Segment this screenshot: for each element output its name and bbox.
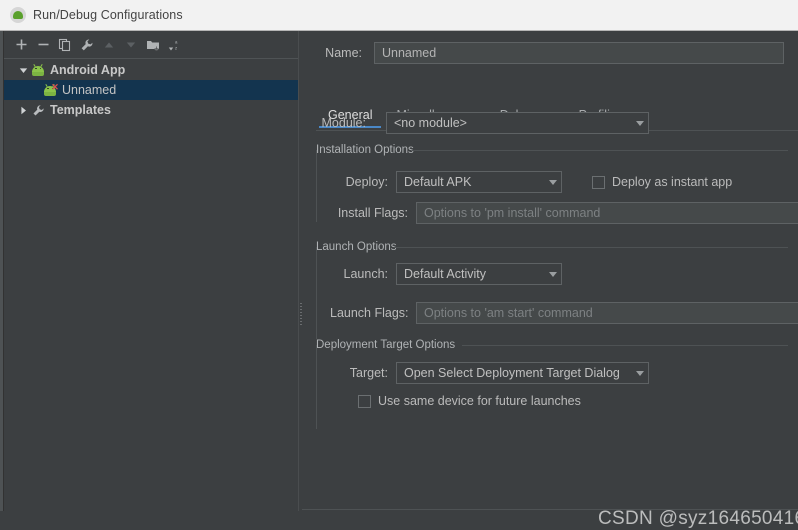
deploy-label: Deploy:	[330, 175, 388, 189]
target-dropdown-value: Open Select Deployment Target Dialog	[404, 366, 620, 380]
name-row: Name: Unnamed	[314, 42, 784, 64]
configurations-toolbar: a z	[4, 31, 298, 59]
android-icon	[30, 62, 46, 78]
target-row: Target: Open Select Deployment Target Di…	[330, 362, 649, 384]
chevron-down-icon	[549, 180, 557, 185]
copy-configuration-button[interactable]	[54, 34, 76, 56]
launch-row: Launch: Default Activity	[330, 263, 562, 285]
dialog-body: a z Android App	[0, 31, 798, 511]
folder-add-icon[interactable]	[142, 34, 164, 56]
chevron-down-icon	[636, 121, 644, 126]
install-flags-label: Install Flags:	[330, 206, 408, 220]
launch-dropdown[interactable]: Default Activity	[396, 263, 562, 285]
android-error-icon: ✕	[42, 82, 58, 98]
name-input[interactable]: Unnamed	[374, 42, 784, 64]
tree-node-label: Android App	[50, 63, 125, 77]
launch-options-line	[394, 247, 788, 248]
deployment-target-options-line	[462, 345, 788, 346]
module-dropdown[interactable]: <no module>	[386, 112, 649, 134]
launch-flags-row: Launch Flags: Options to 'am start' comm…	[330, 302, 798, 324]
installation-options-title: Installation Options	[316, 144, 420, 156]
wrench-icon	[30, 102, 46, 118]
checkbox-box[interactable]	[592, 176, 605, 189]
add-configuration-button[interactable]	[10, 34, 32, 56]
deployment-target-options-title: Deployment Target Options	[316, 339, 461, 351]
sort-az-icon[interactable]: a z	[164, 34, 186, 56]
target-dropdown[interactable]: Open Select Deployment Target Dialog	[396, 362, 649, 384]
configurations-pane: a z Android App	[4, 31, 298, 511]
svg-text:z: z	[175, 45, 177, 50]
configurations-tree[interactable]: Android App ✕ Unnamed	[4, 60, 298, 511]
install-flags-input[interactable]: Options to 'pm install' command	[416, 202, 798, 224]
launch-flags-input[interactable]: Options to 'am start' command	[416, 302, 798, 324]
chevron-down-icon	[636, 371, 644, 376]
install-flags-row: Install Flags: Options to 'pm install' c…	[330, 202, 798, 224]
move-up-button[interactable]	[98, 34, 120, 56]
svg-text:a: a	[175, 39, 178, 44]
edit-templates-button[interactable]	[76, 34, 98, 56]
chevron-down-icon	[549, 272, 557, 277]
move-down-button[interactable]	[120, 34, 142, 56]
launch-dropdown-value: Default Activity	[404, 267, 486, 281]
tree-node-android-app[interactable]: Android App	[4, 60, 298, 80]
launch-options-title: Launch Options	[316, 241, 403, 253]
tree-node-templates[interactable]: Templates	[4, 100, 298, 120]
expand-triangle-right-icon[interactable]	[16, 106, 30, 115]
launch-flags-label: Launch Flags:	[330, 306, 408, 320]
android-studio-icon	[10, 7, 26, 23]
deploy-instant-app-label: Deploy as instant app	[612, 175, 732, 189]
window-title: Run/Debug Configurations	[33, 8, 183, 22]
csdn-watermark: CSDN @syz164650416	[598, 508, 798, 530]
module-row: Module: <no module>	[314, 112, 649, 134]
deploy-dropdown[interactable]: Default APK	[396, 171, 562, 193]
same-device-label: Use same device for future launches	[378, 394, 581, 408]
tree-node-label: Templates	[50, 103, 111, 117]
tree-node-unnamed[interactable]: ✕ Unnamed	[4, 80, 298, 100]
checkbox-box[interactable]	[358, 395, 371, 408]
installation-options-line	[412, 150, 788, 151]
target-label: Target:	[330, 366, 388, 380]
installation-options-edge	[316, 150, 317, 222]
deploy-row: Deploy: Default APK Deploy as instant ap…	[330, 171, 732, 193]
module-dropdown-value: <no module>	[394, 116, 467, 130]
configuration-editor-pane: Name: Unnamed General Miscellaneous Debu…	[302, 31, 798, 511]
window-titlebar: Run/Debug Configurations	[0, 0, 798, 31]
remove-configuration-button[interactable]	[32, 34, 54, 56]
deploy-instant-app-checkbox[interactable]: Deploy as instant app	[592, 175, 732, 189]
deployment-target-options-edge	[316, 345, 317, 429]
expand-triangle-down-icon[interactable]	[16, 66, 30, 75]
tree-node-label: Unnamed	[62, 83, 116, 97]
same-device-checkbox[interactable]: Use same device for future launches	[358, 394, 581, 408]
module-label: Module:	[314, 116, 366, 130]
launch-label: Launch:	[330, 267, 388, 281]
name-label: Name:	[314, 46, 362, 60]
deploy-dropdown-value: Default APK	[404, 175, 471, 189]
launch-options-edge	[316, 247, 317, 340]
